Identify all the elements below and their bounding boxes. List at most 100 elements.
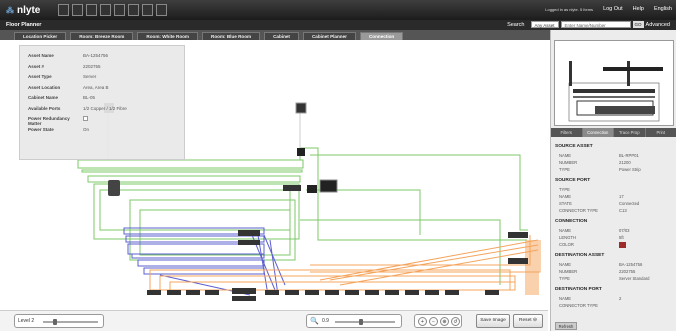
source-port-heading: SOURCE PORT bbox=[555, 178, 591, 183]
advanced-search-link[interactable]: Advanced bbox=[646, 22, 670, 28]
detail-key: NAME bbox=[559, 194, 572, 199]
data-connections bbox=[123, 227, 286, 296]
device-node[interactable] bbox=[297, 148, 305, 156]
asset-info-value: Server bbox=[83, 74, 97, 79]
refresh-button[interactable]: Refresh bbox=[555, 322, 577, 330]
mini-map[interactable] bbox=[554, 40, 674, 126]
report-icon[interactable] bbox=[142, 4, 153, 16]
zoom-reset-icon[interactable]: ↺ bbox=[451, 317, 460, 326]
detail-key: STATE bbox=[559, 201, 572, 206]
reset-button[interactable]: Reset ⊖ bbox=[513, 314, 543, 328]
detail-value: BL-RPP01 bbox=[619, 153, 639, 158]
detail-key: NAME bbox=[559, 296, 572, 301]
view-tabs: Location Picker Room: Breeze Room Room: Wh… bbox=[0, 30, 550, 40]
tab-room-blue-room[interactable]: Room: Blue Room bbox=[202, 32, 261, 40]
asset-info-key: Power State bbox=[28, 126, 54, 132]
asset-info-key: Cabinet Name bbox=[28, 95, 59, 100]
power-redundancy-checkbox[interactable] bbox=[83, 116, 88, 121]
layout-icon[interactable] bbox=[128, 4, 139, 16]
asset-info-row: Cabinet Name BL-05 bbox=[28, 95, 95, 100]
tab-location-picker[interactable]: Location Picker bbox=[14, 32, 67, 40]
logo-dots-icon: ⁂ bbox=[6, 6, 14, 15]
connection-row: NAME 07/03 bbox=[559, 228, 674, 233]
settings-icon[interactable] bbox=[156, 4, 167, 16]
patch-panel-1[interactable] bbox=[238, 230, 260, 236]
zoom-in-icon[interactable]: + bbox=[418, 317, 427, 326]
detail-key: TYPE bbox=[559, 187, 570, 192]
source-asset-row: NAME BL-RPP01 bbox=[559, 153, 674, 158]
patch-panel-2[interactable] bbox=[238, 240, 260, 245]
asset-info-value: Area, Area B bbox=[83, 84, 109, 90]
save-image-button[interactable]: Save Image bbox=[476, 314, 510, 328]
right-tab-print[interactable]: Print bbox=[646, 128, 676, 137]
connection-row: COLOR bbox=[559, 242, 674, 248]
app-root: ⁂ nlyte Logged in as nlyte. 5 Items Log O… bbox=[0, 0, 676, 331]
bottom-toolbar: Level 2 🔍 0.9 + − ⊕ ↺ Save Image Reset ⊖ bbox=[0, 310, 548, 331]
fiber-connections bbox=[149, 235, 541, 291]
go-button[interactable]: GO bbox=[632, 21, 644, 28]
tab-room-breeze-room[interactable]: Room: Breeze Room bbox=[70, 32, 134, 40]
source-port-row: CONNECTOR TYPE C13 bbox=[559, 208, 674, 213]
detail-key: NAME bbox=[559, 262, 572, 267]
right-tab-trace-prop[interactable]: Trace Prop bbox=[614, 128, 646, 137]
patch-panel-right-2[interactable] bbox=[508, 258, 528, 264]
monitor-icon[interactable] bbox=[86, 4, 97, 16]
zoom-magnifier-icon[interactable]: 🔍 bbox=[310, 317, 319, 325]
right-tab-filters[interactable]: Filters bbox=[551, 128, 583, 137]
asset-info-value: On bbox=[83, 126, 90, 132]
source-asset-heading: SOURCE ASSET bbox=[555, 144, 593, 149]
asset-info-key: Asset Type bbox=[28, 74, 52, 79]
grid-icon[interactable] bbox=[72, 4, 83, 16]
detail-value: Power Strip bbox=[619, 167, 641, 172]
tab-cabinet[interactable]: Cabinet bbox=[264, 32, 299, 40]
help-link[interactable]: Help bbox=[633, 6, 644, 12]
detail-value: Connected bbox=[619, 201, 640, 206]
device-hub-icon[interactable] bbox=[295, 102, 307, 114]
tab-connection[interactable]: Connection bbox=[359, 32, 404, 40]
logout-link[interactable]: Log Out bbox=[603, 6, 623, 12]
asset-info-value: 1/2 Copper / 1/2 Fibre bbox=[83, 105, 127, 111]
zoom-out-icon[interactable]: − bbox=[429, 317, 438, 326]
device-router[interactable] bbox=[283, 185, 301, 191]
detail-value: 2 bbox=[619, 296, 622, 301]
asset-info-key: Asset Location bbox=[28, 84, 61, 90]
level-slider-knob[interactable] bbox=[53, 319, 57, 325]
home-icon[interactable] bbox=[58, 4, 69, 16]
patch-panel-bottom-1[interactable] bbox=[232, 288, 256, 294]
asset-type-select[interactable]: Any Asset bbox=[530, 21, 559, 28]
rack-icon[interactable] bbox=[100, 4, 111, 16]
asset-info-row: Asset Type Server bbox=[28, 74, 96, 79]
level-slider-box[interactable]: Level 2 bbox=[14, 314, 104, 328]
connection-color-swatch bbox=[619, 242, 626, 248]
search-input[interactable]: Enter Name/Number bbox=[560, 21, 631, 28]
detail-value: 17 bbox=[619, 194, 624, 199]
right-tab-connection[interactable]: Connection bbox=[582, 128, 614, 137]
chart-icon[interactable] bbox=[114, 4, 125, 16]
zoom-slider[interactable] bbox=[335, 319, 395, 325]
detail-key: CONNECTOR TYPE bbox=[559, 208, 598, 213]
detail-value: C13 bbox=[619, 208, 627, 213]
detail-key: NAME bbox=[559, 228, 572, 233]
orange-bundle bbox=[525, 240, 539, 295]
device-small[interactable] bbox=[307, 185, 317, 193]
level-slider[interactable] bbox=[43, 319, 98, 325]
page-title: Floor Planner bbox=[6, 22, 42, 28]
source-port-row: NAME 17 bbox=[559, 194, 674, 199]
asset-info-row: Asset Location Area, Area B bbox=[28, 85, 109, 90]
bottom-row-devices bbox=[147, 290, 499, 295]
tab-cabinet-planner[interactable]: Cabinet Planner bbox=[302, 32, 356, 40]
asset-info-key: Available Ports bbox=[28, 105, 61, 111]
detail-key: TYPE bbox=[559, 276, 570, 281]
language-link[interactable]: English bbox=[654, 6, 672, 12]
source-asset-row: TYPE Power Strip bbox=[559, 167, 674, 172]
dest-port-row: CONNECTOR TYPE bbox=[559, 303, 674, 308]
zoom-slider-knob[interactable] bbox=[359, 319, 363, 325]
monitor-icon-device[interactable] bbox=[319, 179, 338, 193]
zoom-fit-icon[interactable]: ⊕ bbox=[440, 317, 449, 326]
patch-panel-right-1[interactable] bbox=[508, 232, 528, 238]
dest-port-heading: DESTINATION PORT bbox=[555, 287, 602, 292]
tab-room-white-room[interactable]: Room: White Room bbox=[137, 32, 199, 40]
patch-panel-bottom-2[interactable] bbox=[232, 296, 256, 301]
detail-key: LENGTH bbox=[559, 235, 576, 240]
server-stack-icon[interactable] bbox=[108, 180, 120, 196]
